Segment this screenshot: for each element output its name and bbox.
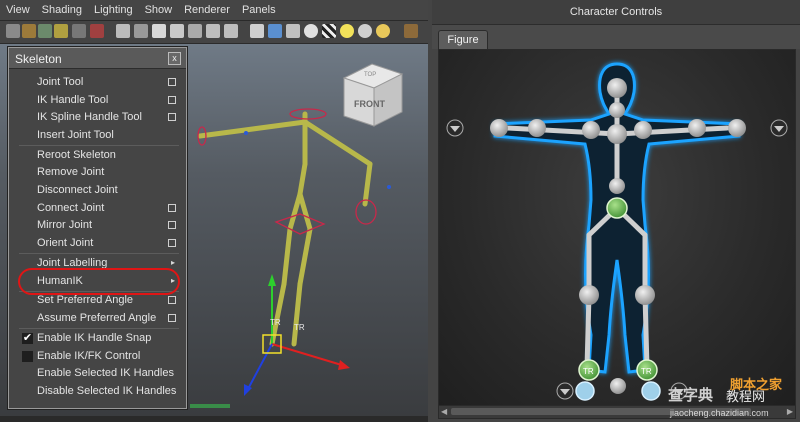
submenu-arrow-icon: ▸: [170, 258, 175, 267]
humanik-figure: TR TR: [446, 62, 788, 401]
viewport-toolbar: [0, 21, 428, 44]
menu-item-orient-joint[interactable]: Orient Joint: [9, 235, 186, 252]
image-plane-icon[interactable]: [54, 24, 68, 38]
camera-icon[interactable]: [6, 24, 20, 38]
option-box-icon[interactable]: [168, 221, 176, 229]
menu-panels[interactable]: Panels: [236, 0, 282, 20]
joint-label-right: TR: [294, 323, 305, 332]
grease-pencil-icon[interactable]: [90, 24, 104, 38]
character-controls-title: Character Controls: [569, 6, 663, 18]
menu-lighting[interactable]: Lighting: [88, 0, 139, 20]
ambient-occlusion-icon[interactable]: [376, 24, 390, 38]
resolution-gate-icon[interactable]: [152, 24, 166, 38]
menu-item-mirror-joint[interactable]: Mirror Joint: [9, 217, 186, 234]
bookmark-icon[interactable]: [38, 24, 52, 38]
viewcube-top-label: TOP: [364, 72, 376, 78]
wireframe-icon[interactable]: [250, 24, 264, 38]
field-chart-icon[interactable]: [188, 24, 202, 38]
default-material-icon[interactable]: [286, 24, 300, 38]
menu-item-ik-spline-handle-tool[interactable]: IK Spline Handle Tool: [9, 109, 186, 126]
option-box-icon[interactable]: [168, 204, 176, 212]
safe-action-icon[interactable]: [206, 24, 220, 38]
menu-item-ik-handle-tool[interactable]: IK Handle Tool: [9, 92, 186, 109]
textured-icon[interactable]: [304, 24, 318, 38]
viewport-status-strip: [0, 416, 428, 422]
viewcube-front-label: FRONT: [354, 99, 385, 109]
menu-item-connect-joint[interactable]: Connect Joint: [9, 200, 186, 217]
menu-item-insert-joint-tool[interactable]: Insert Joint Tool: [9, 127, 186, 144]
scroll-right-icon[interactable]: ▶: [787, 407, 793, 416]
option-box-icon[interactable]: [168, 314, 176, 322]
menu-item-joint-tool[interactable]: Joint Tool: [9, 74, 186, 91]
film-gate-icon[interactable]: [134, 24, 148, 38]
isolate-select-icon[interactable]: [404, 24, 418, 38]
option-box-icon[interactable]: [168, 78, 176, 86]
close-icon[interactable]: x: [168, 52, 181, 65]
watermark-brand: 脚本之家: [730, 377, 783, 392]
menu-show[interactable]: Show: [139, 0, 179, 20]
tab-figure[interactable]: Figure: [438, 30, 488, 50]
shadows-icon[interactable]: [358, 24, 372, 38]
menu-renderer[interactable]: Renderer: [178, 0, 236, 20]
menu-item-enable-selected-ik-handles[interactable]: Enable Selected IK Handles: [9, 365, 186, 382]
right-hand-pin-icon[interactable]: [770, 119, 788, 137]
left-foot-pin-icon[interactable]: [556, 382, 574, 400]
scroll-left-icon[interactable]: ◀: [441, 407, 447, 416]
menu-shading[interactable]: Shading: [36, 0, 88, 20]
watermark-site-cn: 查字典: [668, 387, 714, 404]
skeleton-menu-title: Skeleton: [15, 52, 62, 66]
checkbox-unchecked-icon[interactable]: [22, 351, 33, 362]
menu-item-remove-joint[interactable]: Remove Joint: [9, 164, 186, 181]
menu-separator: [19, 328, 179, 329]
viewport-menubar: View Shading Lighting Show Renderer Panels: [0, 0, 428, 21]
character-controls-panel: Character Controls Figure TR TR ◀ ▶: [432, 0, 800, 422]
safe-title-icon[interactable]: [224, 24, 238, 38]
2d-pan-icon[interactable]: [72, 24, 86, 38]
checker-icon[interactable]: [322, 24, 336, 38]
joint-label-left: TR: [270, 318, 281, 327]
effector-label-right-foot: TR: [641, 367, 652, 376]
smooth-shade-icon[interactable]: [268, 24, 282, 38]
menu-item-enable-ik-handle-snap[interactable]: ✔ Enable IK Handle Snap: [9, 330, 186, 347]
lights-icon[interactable]: [340, 24, 354, 38]
character-controls-titlebar: Character Controls: [432, 0, 800, 25]
skeleton-menu: Skeleton x Joint Tool IK Handle Tool IK …: [8, 47, 187, 409]
checkbox-checked-icon[interactable]: ✔: [22, 333, 33, 344]
menu-item-disconnect-joint[interactable]: Disconnect Joint: [9, 182, 186, 199]
menu-view[interactable]: View: [0, 0, 36, 20]
skeleton-rig[interactable]: [197, 111, 373, 347]
menu-separator: [19, 253, 179, 254]
character-controls-tabbar: Figure: [432, 25, 800, 50]
grid-icon[interactable]: [116, 24, 130, 38]
option-box-icon[interactable]: [168, 239, 176, 247]
effector-label-left-foot: TR: [583, 367, 594, 376]
menu-separator: [19, 145, 179, 146]
figure-view[interactable]: TR TR: [438, 49, 796, 406]
option-box-icon[interactable]: [168, 113, 176, 121]
menu-item-disable-selected-ik-handles[interactable]: Disable Selected IK Handles: [9, 383, 186, 400]
skeleton-menu-titlebar[interactable]: Skeleton x: [9, 48, 186, 69]
humanik-highlight-oval: [18, 268, 180, 295]
viewcube-icon[interactable]: FRONT TOP: [342, 63, 404, 127]
watermark-url: jiaocheng.chazidian.com: [670, 408, 769, 418]
left-hand-pin-icon[interactable]: [446, 119, 464, 137]
menu-item-reroot-skeleton[interactable]: Reroot Skeleton: [9, 147, 186, 164]
menu-item-assume-preferred-angle[interactable]: Assume Preferred Angle: [9, 310, 186, 327]
menu-item-enable-ik-fk-control[interactable]: Enable IK/FK Control: [9, 348, 186, 365]
lock-camera-icon[interactable]: [22, 24, 36, 38]
option-box-icon[interactable]: [168, 96, 176, 104]
gate-mask-icon[interactable]: [170, 24, 184, 38]
option-box-icon[interactable]: [168, 296, 176, 304]
